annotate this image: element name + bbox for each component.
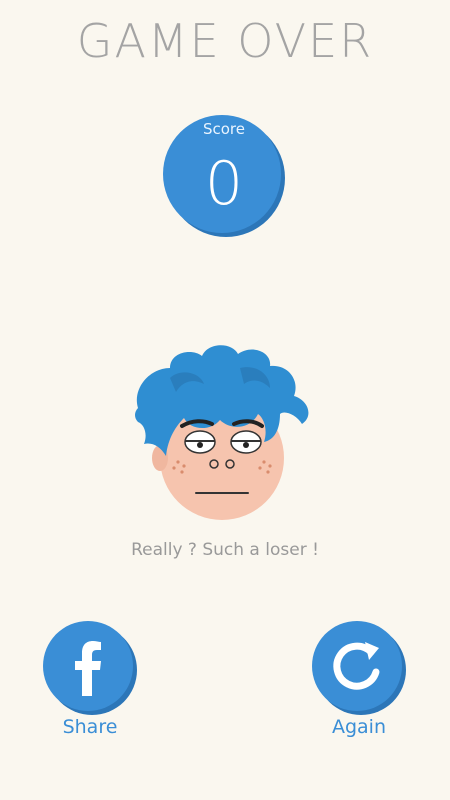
game-over-title: GAME OVER (76, 14, 374, 68)
restart-icon (312, 621, 406, 715)
share-button[interactable] (42, 620, 138, 716)
score-label: Score (202, 120, 245, 138)
sad-face-avatar-icon (135, 345, 309, 520)
result-message: Really ? Such a loser ! (131, 540, 319, 560)
share-label[interactable]: Share (35, 716, 145, 738)
facebook-icon (43, 621, 137, 715)
score-value: 0 (204, 149, 244, 219)
again-label[interactable]: Again (304, 716, 414, 738)
again-button[interactable] (311, 620, 407, 716)
